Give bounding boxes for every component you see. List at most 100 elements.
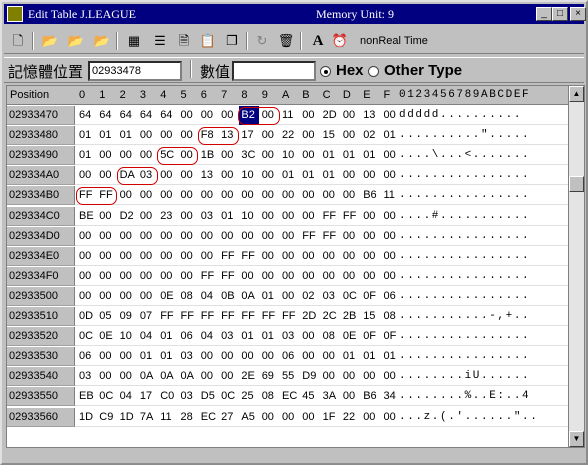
byte-cell[interactable]: 01 — [341, 146, 361, 165]
byte-cell[interactable]: 04 — [138, 327, 158, 346]
byte-cell[interactable]: 64 — [158, 106, 178, 125]
byte-cell[interactable]: 00 — [138, 287, 158, 306]
byte-cell[interactable]: 00 — [138, 227, 158, 246]
byte-cell[interactable]: 01 — [97, 126, 117, 145]
byte-cell[interactable]: 01 — [239, 327, 259, 346]
byte-cell[interactable]: 08 — [179, 287, 199, 306]
byte-cell[interactable]: 00 — [158, 126, 178, 145]
byte-cell[interactable]: 00 — [280, 186, 300, 205]
byte-cell[interactable]: 00 — [97, 247, 117, 266]
byte-cell[interactable]: 01 — [341, 347, 361, 366]
byte-cell[interactable]: 00 — [260, 227, 280, 246]
byte-cell[interactable]: 0D — [77, 307, 97, 326]
byte-cell[interactable]: 00 — [260, 408, 280, 427]
byte-cell[interactable]: 64 — [118, 106, 138, 125]
byte-cell[interactable]: 01 — [321, 146, 341, 165]
byte-cell[interactable]: 00 — [341, 126, 361, 145]
byte-cell[interactable]: 00 — [239, 267, 259, 286]
byte-cell[interactable]: 3A — [321, 387, 341, 406]
byte-cell[interactable]: 00 — [138, 126, 158, 145]
list-view-icon[interactable]: ☰ — [150, 31, 170, 51]
byte-cell[interactable]: 01 — [280, 166, 300, 185]
byte-cell[interactable]: 00 — [158, 227, 178, 246]
byte-cell[interactable]: 0A — [179, 367, 199, 386]
byte-cell[interactable]: 01 — [219, 207, 239, 226]
hex-radio-label[interactable]: Hex — [336, 62, 364, 79]
byte-cell[interactable]: 02 — [300, 287, 320, 306]
byte-cell[interactable]: 00 — [118, 227, 138, 246]
byte-cell[interactable]: C9 — [97, 408, 117, 427]
byte-cell[interactable]: BE — [77, 207, 97, 226]
byte-cell[interactable]: 00 — [138, 207, 158, 226]
byte-cell[interactable]: 1D — [77, 408, 97, 427]
byte-cell[interactable]: 15 — [361, 307, 381, 326]
byte-cell[interactable]: FF — [199, 307, 219, 326]
byte-cell[interactable]: 64 — [77, 106, 97, 125]
byte-cell[interactable]: 00 — [300, 207, 320, 226]
byte-cell[interactable]: 22 — [341, 408, 361, 427]
trash-icon[interactable]: 🗑 — [276, 31, 296, 51]
maximize-button[interactable]: □ — [552, 7, 568, 21]
byte-cell[interactable]: 2D — [300, 307, 320, 326]
byte-cell[interactable]: 00 — [199, 186, 219, 205]
byte-cell[interactable]: 09 — [118, 307, 138, 326]
byte-cell[interactable]: C0 — [158, 387, 178, 406]
byte-cell[interactable]: FF — [341, 207, 361, 226]
byte-cell[interactable]: 02 — [361, 126, 381, 145]
byte-cell[interactable]: 00 — [361, 227, 381, 246]
byte-cell[interactable]: 04 — [199, 287, 219, 306]
byte-cell[interactable]: 03 — [179, 347, 199, 366]
vertical-scrollbar[interactable]: ▲ ▼ — [568, 85, 585, 448]
byte-cell[interactable]: 00 — [300, 267, 320, 286]
byte-cell[interactable]: 00 — [361, 207, 381, 226]
byte-cell[interactable]: 1D — [118, 408, 138, 427]
byte-cell[interactable]: 0A — [239, 287, 259, 306]
table-view-icon[interactable]: ▦ — [124, 31, 144, 51]
byte-cell[interactable]: 00 — [77, 267, 97, 286]
byte-cell[interactable]: 00 — [158, 186, 178, 205]
byte-cell[interactable]: 03 — [77, 367, 97, 386]
byte-cell[interactable]: 00 — [341, 267, 361, 286]
byte-cell[interactable]: 00 — [260, 207, 280, 226]
byte-cell[interactable]: FF — [280, 307, 300, 326]
byte-cell[interactable]: 69 — [260, 367, 280, 386]
byte-cell[interactable]: 11 — [158, 408, 178, 427]
byte-cell[interactable]: D5 — [199, 387, 219, 406]
byte-cell[interactable]: 00 — [321, 267, 341, 286]
byte-cell[interactable]: 00 — [199, 347, 219, 366]
byte-cell[interactable]: 00 — [158, 247, 178, 266]
byte-cell[interactable]: 01 — [260, 327, 280, 346]
byte-cell[interactable]: 11 — [280, 106, 300, 125]
byte-cell[interactable]: 2E — [239, 367, 259, 386]
byte-cell[interactable]: A5 — [239, 408, 259, 427]
font-icon[interactable]: A — [308, 31, 328, 51]
byte-cell[interactable]: 04 — [118, 387, 138, 406]
refresh-icon[interactable]: ↻ — [252, 31, 272, 51]
byte-cell[interactable]: 01 — [158, 327, 178, 346]
byte-cell[interactable]: 00 — [199, 227, 219, 246]
byte-cell[interactable]: 00 — [300, 106, 320, 125]
byte-cell[interactable]: 00 — [118, 267, 138, 286]
byte-cell[interactable]: 10 — [118, 327, 138, 346]
byte-cell[interactable]: 0C — [219, 387, 239, 406]
byte-cell[interactable]: 03 — [280, 327, 300, 346]
byte-cell[interactable]: 00 — [239, 186, 259, 205]
scroll-down-button[interactable]: ▼ — [569, 431, 584, 447]
byte-cell[interactable]: B6 — [361, 387, 381, 406]
byte-cell[interactable]: 00 — [118, 367, 138, 386]
byte-cell[interactable]: 13 — [361, 106, 381, 125]
clipboard-icon[interactable]: 📋 — [198, 31, 218, 51]
byte-cell[interactable]: 00 — [280, 247, 300, 266]
byte-cell[interactable]: 00 — [260, 166, 280, 185]
byte-cell[interactable]: 01 — [321, 166, 341, 185]
byte-cell[interactable]: 06 — [77, 347, 97, 366]
byte-cell[interactable]: FF — [239, 247, 259, 266]
byte-cell[interactable]: 00 — [260, 347, 280, 366]
byte-cell[interactable]: 00 — [260, 247, 280, 266]
byte-cell[interactable]: 00 — [260, 126, 280, 145]
byte-cell[interactable]: 0A — [138, 367, 158, 386]
value-input[interactable] — [232, 61, 316, 81]
byte-cell[interactable]: 00 — [260, 267, 280, 286]
byte-cell[interactable]: FF — [199, 267, 219, 286]
byte-cell[interactable]: 00 — [239, 347, 259, 366]
